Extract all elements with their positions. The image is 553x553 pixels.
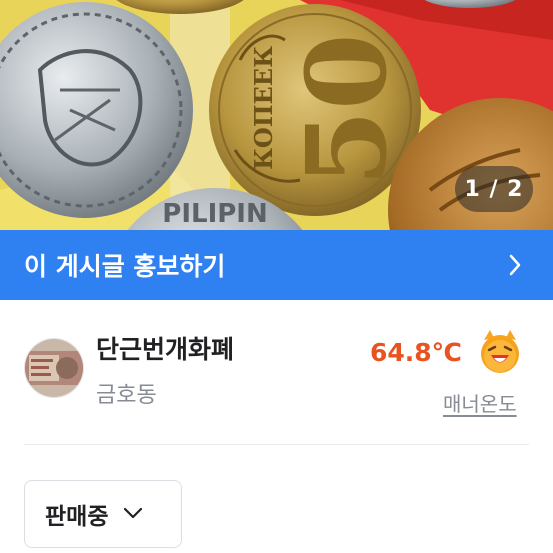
chevron-down-icon: [122, 505, 144, 524]
divider: [24, 444, 529, 445]
promote-post-label: 이 게시글 홍보하기: [24, 252, 226, 281]
chevron-right-icon: [501, 251, 529, 279]
seller-location: 금호동: [96, 383, 157, 408]
sale-status-label: 판매중: [45, 504, 109, 530]
seller-avatar[interactable]: [24, 338, 84, 398]
promote-post-banner[interactable]: 이 게시글 홍보하기: [0, 230, 553, 300]
photo-counter: 1 / 2: [455, 166, 533, 212]
product-photo[interactable]: КОПЕЕК 50 PILIPIN 1 / 2: [0, 0, 553, 230]
happy-face-icon: [476, 328, 524, 376]
seller-name[interactable]: 단근번개화폐: [96, 330, 234, 366]
coin-text-top: КОПЕЕК: [249, 46, 278, 170]
sale-status-dropdown[interactable]: 판매중: [24, 480, 182, 548]
manner-temperature-link[interactable]: 매너온도: [443, 388, 517, 417]
coin-text-bottom: PILIPIN: [162, 199, 267, 229]
coin-value: 50: [282, 33, 411, 186]
manner-temperature: 64.8℃: [370, 338, 462, 367]
